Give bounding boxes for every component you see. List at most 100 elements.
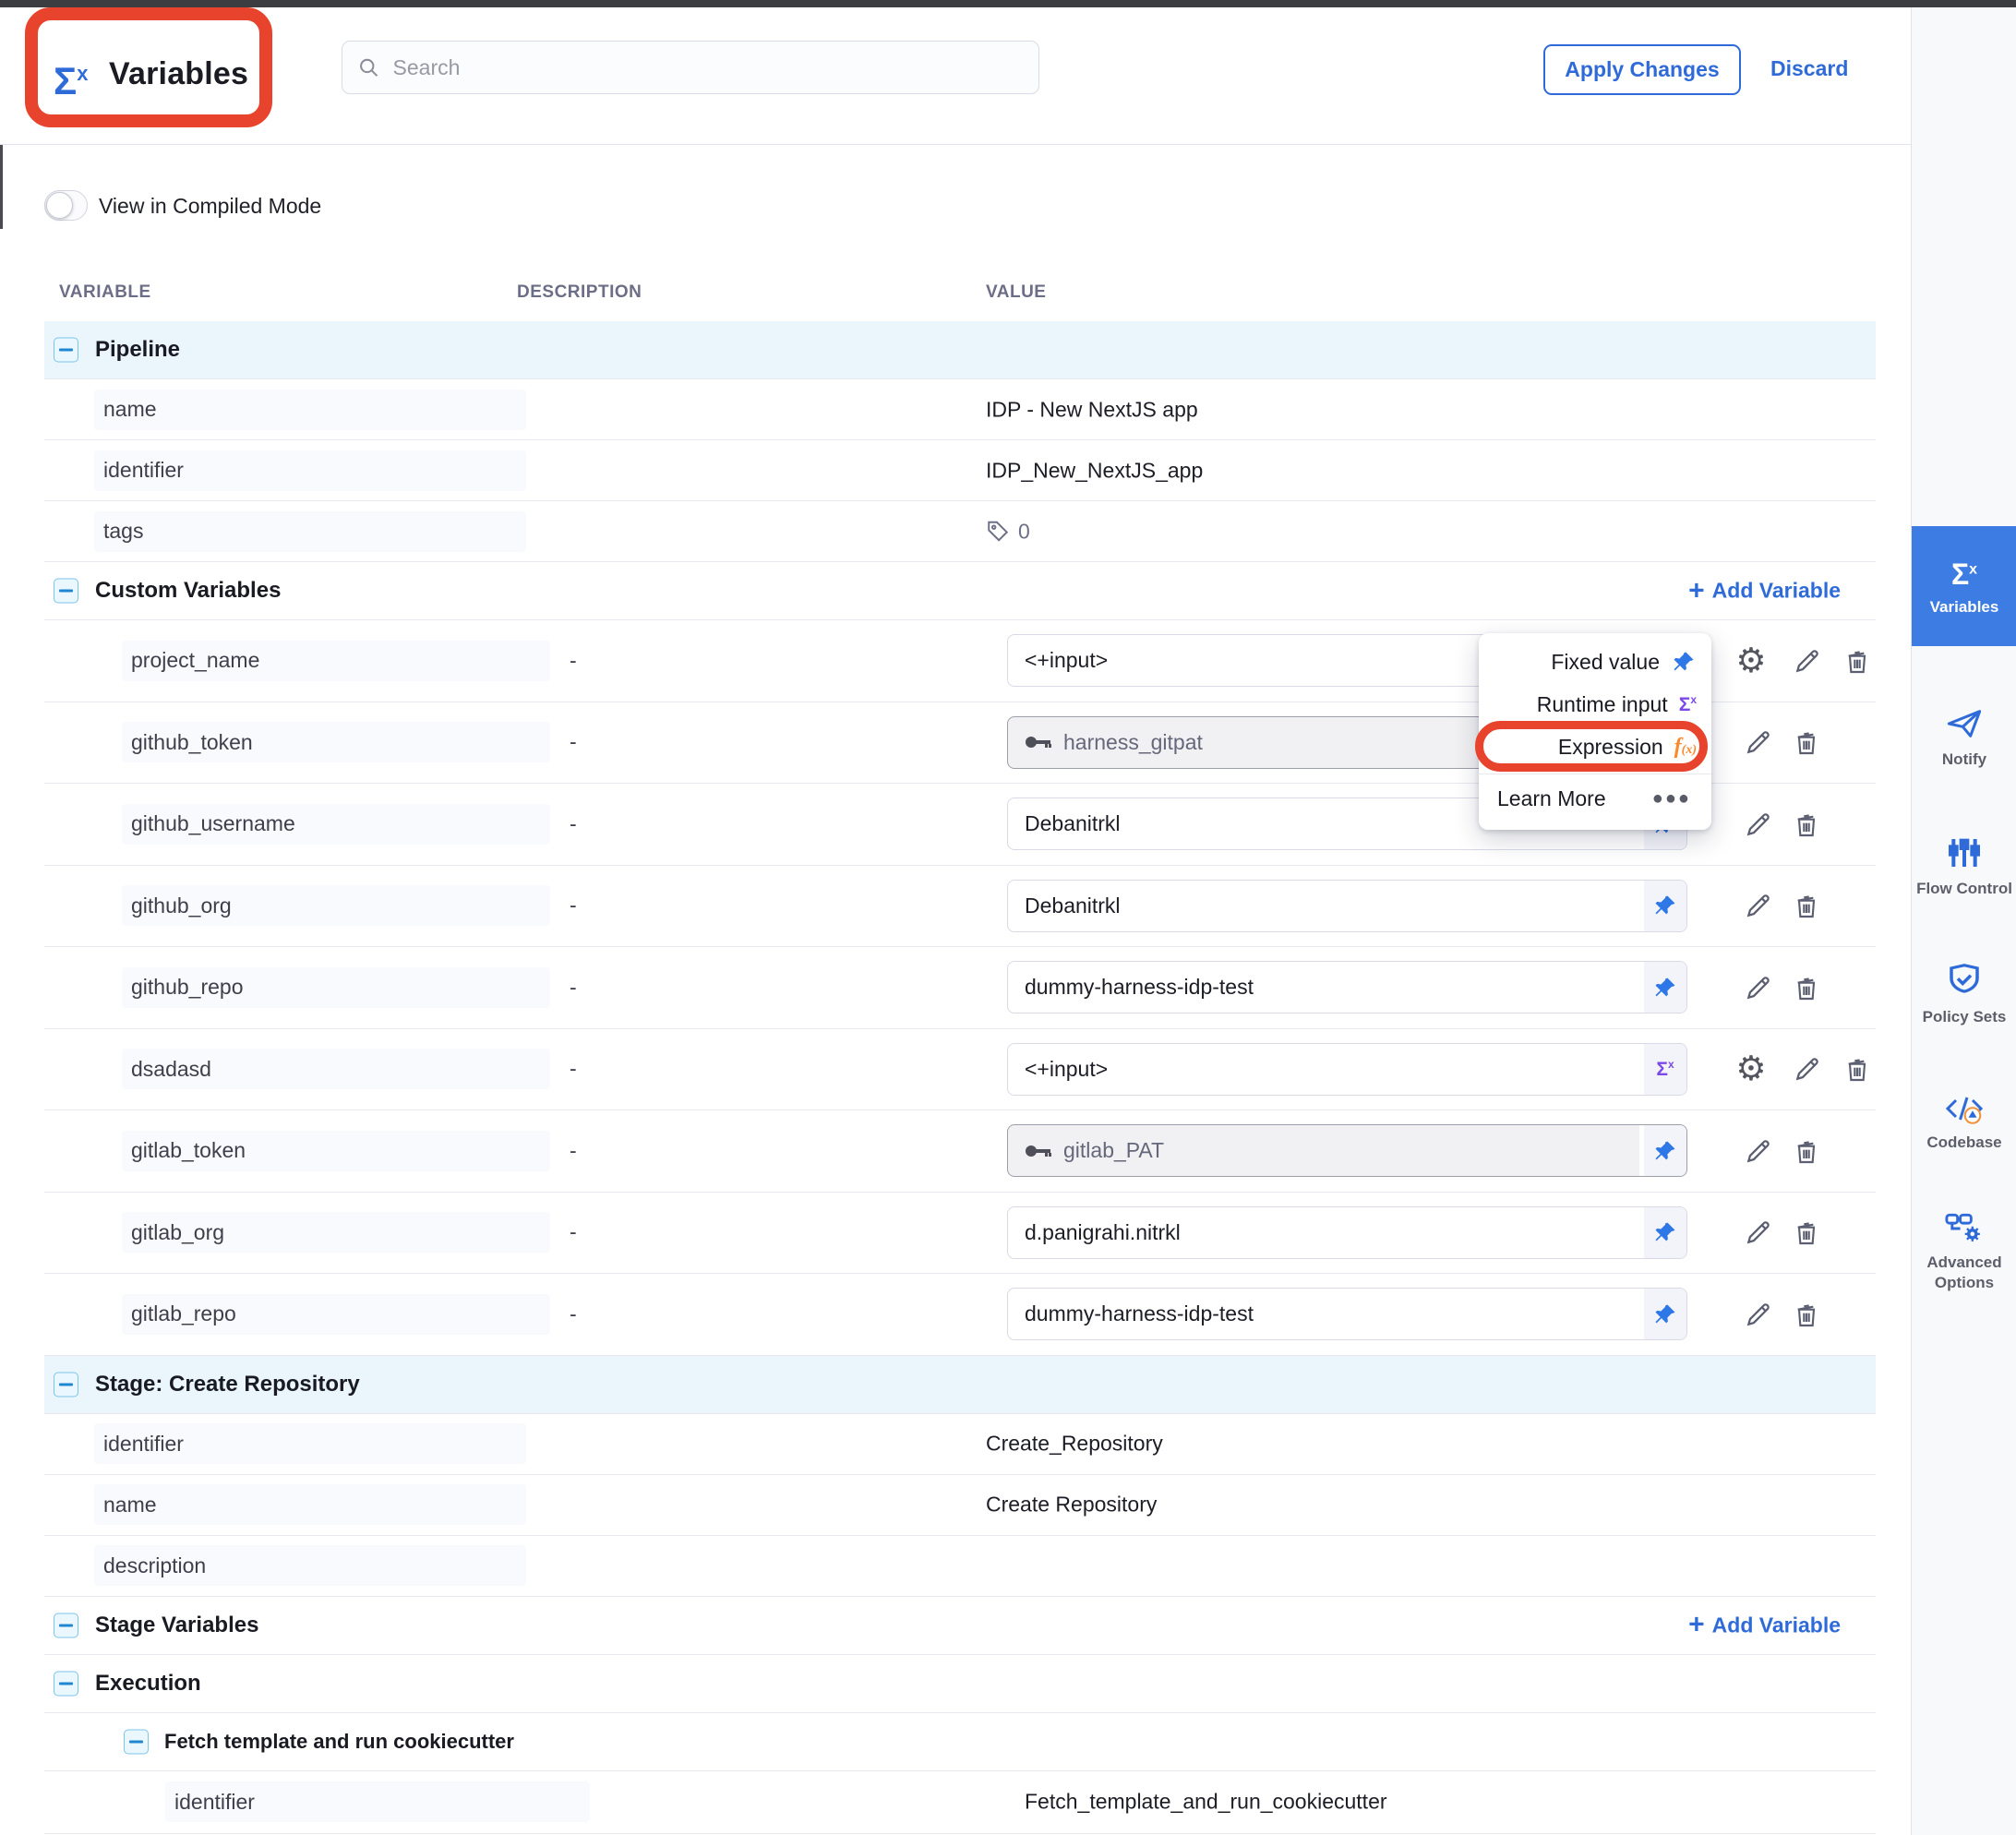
delete-icon[interactable] bbox=[1790, 889, 1823, 922]
column-header-variable: VARIABLE bbox=[59, 282, 151, 303]
add-variable-button[interactable]: +Add Variable bbox=[1688, 579, 1841, 604]
edit-icon[interactable] bbox=[1791, 644, 1824, 678]
delete-icon[interactable] bbox=[1790, 1134, 1823, 1168]
settings-gear-icon[interactable]: ⚙ bbox=[1734, 1052, 1768, 1085]
delete-icon[interactable] bbox=[1790, 808, 1823, 841]
edit-icon[interactable] bbox=[1742, 726, 1775, 759]
variable-name-cell: project_name bbox=[122, 641, 550, 681]
edit-icon[interactable] bbox=[1742, 1134, 1775, 1168]
variable-value: Create_Repository bbox=[986, 1432, 1163, 1457]
delete-icon[interactable] bbox=[1790, 1298, 1823, 1331]
annotation-expression-ring bbox=[1475, 721, 1708, 772]
runtime-input-icon[interactable]: Σx bbox=[1639, 1044, 1686, 1095]
sidebar-item-flow-control[interactable]: Flow Control bbox=[1912, 812, 2016, 921]
collapse-icon[interactable] bbox=[54, 579, 78, 604]
sidebar-item-label: Codebase bbox=[1926, 1133, 2001, 1153]
apply-changes-button[interactable]: Apply Changes bbox=[1543, 44, 1741, 95]
pin-icon bbox=[1671, 649, 1697, 675]
value-input[interactable]: dummy-harness-idp-test bbox=[1007, 1288, 1687, 1340]
pin-icon[interactable] bbox=[1639, 1289, 1686, 1339]
pin-icon[interactable] bbox=[1639, 1125, 1686, 1176]
delete-icon[interactable] bbox=[1841, 644, 1874, 678]
edit-icon[interactable] bbox=[1742, 1298, 1775, 1331]
pin-icon[interactable] bbox=[1639, 1207, 1686, 1258]
pin-icon[interactable] bbox=[1639, 881, 1686, 931]
sliders-icon bbox=[1946, 834, 1983, 871]
value-text: Debanitrkl bbox=[1008, 811, 1121, 836]
variable-value: Fetch_template_and_run_cookiecutter bbox=[1025, 1790, 1387, 1815]
secret-name: gitlab_PAT bbox=[1063, 1138, 1164, 1163]
variable-value: 0 bbox=[986, 519, 1030, 544]
sidebar-item-variables[interactable]: ΣxVariables bbox=[1912, 526, 2016, 646]
compiled-mode-toggle[interactable] bbox=[44, 190, 88, 221]
section-row-stage-create-repository: Stage: Create Repository bbox=[44, 1356, 1876, 1414]
table-row-gitlab-repo: gitlab_repo- dummy-harness-idp-test bbox=[44, 1274, 1876, 1356]
sidebar-item-codebase[interactable]: Codebase bbox=[1912, 1078, 2016, 1167]
search-input[interactable] bbox=[391, 54, 1024, 81]
section-row-stage-variables: Stage Variables+Add Variable bbox=[44, 1597, 1876, 1655]
variable-name-cell: gitlab_token bbox=[122, 1131, 550, 1171]
variable-value: Create Repository bbox=[986, 1493, 1157, 1517]
secret-name: harness_gitpat bbox=[1063, 730, 1203, 755]
variable-name-cell: gitlab_repo bbox=[122, 1294, 550, 1335]
collapse-icon[interactable] bbox=[54, 1372, 78, 1397]
sigma-x-icon: Σx bbox=[1679, 693, 1697, 716]
discard-button[interactable]: Discard bbox=[1770, 56, 1848, 81]
table-row-gitlab-org: gitlab_org-d.panigrahi.nitrkl bbox=[44, 1193, 1876, 1275]
table-row-identifier: identifierIDP_New_NextJS_app bbox=[44, 440, 1876, 501]
edit-icon[interactable] bbox=[1742, 971, 1775, 1004]
value-input[interactable]: dummy-harness-idp-test bbox=[1007, 961, 1687, 1013]
variable-value: IDP - New NextJS app bbox=[986, 397, 1198, 422]
section-label: Execution bbox=[95, 1671, 201, 1697]
edit-icon[interactable] bbox=[1742, 1216, 1775, 1249]
menu-item-fixed-value[interactable]: Fixed value bbox=[1479, 641, 1711, 683]
value-input[interactable]: d.panigrahi.nitrkl bbox=[1007, 1206, 1687, 1259]
collapse-icon[interactable] bbox=[54, 1671, 78, 1696]
tag-icon bbox=[986, 520, 1010, 544]
variable-name-cell: description bbox=[94, 1545, 526, 1586]
collapse-icon[interactable] bbox=[54, 338, 78, 363]
table-column-headers: VARIABLE DESCRIPTION VALUE bbox=[44, 268, 1876, 321]
edit-icon[interactable] bbox=[1742, 889, 1775, 922]
menu-item-runtime-input[interactable]: Runtime inputΣx bbox=[1479, 683, 1711, 726]
edit-icon[interactable] bbox=[1742, 808, 1775, 841]
value-input[interactable]: Debanitrkl bbox=[1007, 880, 1687, 932]
add-variable-button[interactable]: +Add Variable bbox=[1688, 1613, 1841, 1637]
variable-name-cell: github_token bbox=[122, 722, 550, 762]
value-input[interactable]: <+input>Σx bbox=[1007, 1043, 1687, 1096]
search-box[interactable] bbox=[342, 41, 1039, 94]
variable-description: - bbox=[570, 811, 577, 836]
value-text: gitlab_PAT bbox=[1008, 1138, 1164, 1163]
variable-description: - bbox=[570, 1220, 577, 1245]
key-icon bbox=[1025, 734, 1052, 750]
delete-icon[interactable] bbox=[1790, 1216, 1823, 1249]
variable-description: - bbox=[570, 1301, 577, 1326]
delete-icon[interactable] bbox=[1790, 726, 1823, 759]
table-row-github-repo: github_repo-dummy-harness-idp-test bbox=[44, 947, 1876, 1029]
variables-table: VARIABLE DESCRIPTION VALUE PipelinenameI… bbox=[44, 268, 1876, 1835]
sidebar-item-label: Policy Sets bbox=[1923, 1007, 2007, 1027]
settings-gear-icon[interactable]: ⚙ bbox=[1734, 644, 1768, 678]
variable-name-cell: identifier bbox=[94, 1423, 526, 1464]
delete-icon[interactable] bbox=[1841, 1052, 1874, 1085]
table-row-identifier: identifierFetch_template_and_run_cookiec… bbox=[44, 1771, 1876, 1834]
menu-item-learn-more[interactable]: Learn More●●● bbox=[1479, 774, 1711, 822]
plus-icon: + bbox=[1688, 1614, 1705, 1637]
variable-description: - bbox=[570, 730, 577, 755]
table-row-tags: tags0 bbox=[44, 501, 1876, 562]
variable-description: - bbox=[570, 1057, 577, 1082]
delete-icon[interactable] bbox=[1790, 971, 1823, 1004]
edit-icon[interactable] bbox=[1791, 1052, 1824, 1085]
value-input[interactable]: gitlab_PAT bbox=[1007, 1124, 1687, 1177]
key-icon bbox=[1025, 1143, 1052, 1159]
collapse-icon[interactable] bbox=[124, 1729, 149, 1754]
pin-icon[interactable] bbox=[1639, 962, 1686, 1013]
sidebar-item-notify[interactable]: Notify bbox=[1912, 695, 2016, 780]
collapse-icon[interactable] bbox=[54, 1613, 78, 1637]
sidebar-item-label: Flow Control bbox=[1916, 879, 2012, 899]
section-label: Stage: Create Repository bbox=[95, 1372, 360, 1397]
plus-icon: + bbox=[1688, 580, 1705, 602]
table-row-name: nameIDP - New NextJS app bbox=[44, 379, 1876, 440]
sidebar-item-advanced-options[interactable]: Advanced Options bbox=[1912, 1198, 2016, 1307]
sidebar-item-policy-sets[interactable]: Policy Sets bbox=[1912, 940, 2016, 1049]
